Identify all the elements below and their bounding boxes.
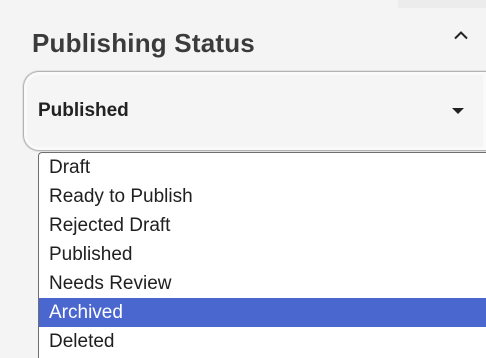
- status-option-deleted[interactable]: Deleted: [39, 327, 486, 356]
- collapse-button[interactable]: [446, 20, 476, 50]
- status-option-draft[interactable]: Draft: [39, 153, 486, 182]
- status-option-rejected-draft[interactable]: Rejected Draft: [39, 211, 486, 240]
- status-option-ready-to-publish[interactable]: Ready to Publish: [39, 182, 486, 211]
- status-options-list: Draft Ready to Publish Rejected Draft Pu…: [38, 152, 486, 358]
- top-divider: [398, 0, 486, 8]
- selected-status-value: Published: [38, 100, 129, 121]
- status-option-needs-review[interactable]: Needs Review: [39, 269, 486, 298]
- caret-down-icon: [452, 108, 464, 114]
- publishing-status-panel: Publishing Status Published Draft Ready …: [0, 0, 486, 358]
- panel-title: Publishing Status: [32, 28, 255, 58]
- publishing-status-select[interactable]: Published: [23, 71, 486, 151]
- status-option-published[interactable]: Published: [39, 240, 486, 269]
- chevron-up-icon: [453, 30, 469, 40]
- status-option-archived[interactable]: Archived: [39, 298, 486, 327]
